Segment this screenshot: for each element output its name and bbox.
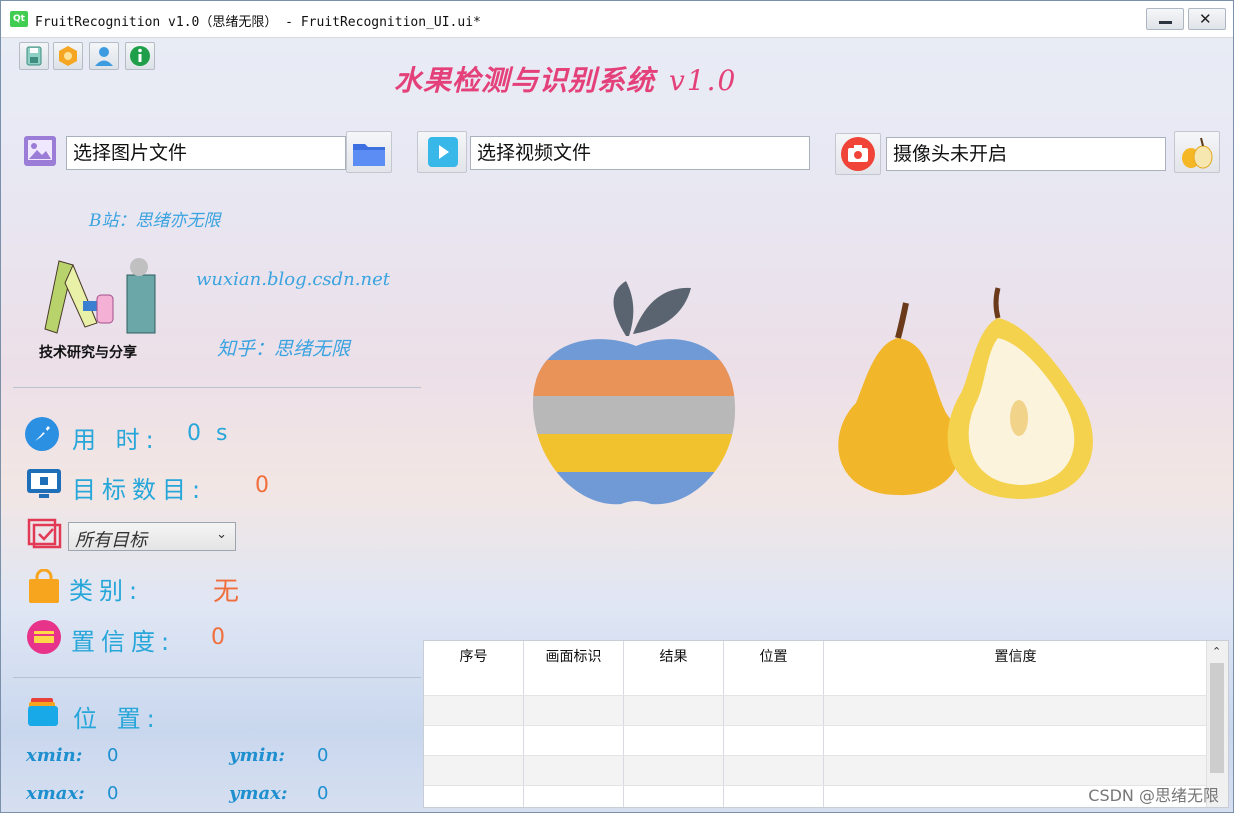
bilibili-link[interactable]: B站：思绪亦无限	[89, 206, 221, 231]
minimize-button[interactable]	[1146, 8, 1184, 30]
folder-icon	[353, 144, 385, 166]
table-header: 序号 画面标识 结果 位置 置信度	[424, 641, 1207, 695]
close-button[interactable]: ✕	[1188, 8, 1226, 30]
class-value: 无	[213, 577, 240, 607]
play-icon	[428, 137, 458, 167]
monitor-icon	[27, 469, 61, 498]
info-button[interactable]	[125, 42, 155, 70]
table-row[interactable]	[424, 695, 1207, 726]
col-confidence[interactable]: 置信度	[824, 641, 1207, 695]
watermark: CSDN @思绪无限	[1088, 786, 1219, 805]
chevron-up-icon[interactable]: ⌃	[1212, 645, 1221, 658]
save-icon	[26, 46, 42, 66]
ymin-value: 0	[317, 745, 329, 766]
image-file-field[interactable]: 选择图片文件	[66, 136, 346, 170]
col-position[interactable]: 位置	[724, 641, 824, 695]
checklist-icon	[27, 518, 62, 549]
class-label: 类别:	[69, 577, 144, 605]
divider-top	[13, 387, 421, 388]
pear-button[interactable]	[1174, 131, 1220, 173]
app-title: 水果检测与识别系统 v1.0	[394, 59, 737, 99]
target-select-value: 所有目标	[75, 530, 147, 551]
pear-icon	[1182, 137, 1213, 169]
camera-icon	[841, 137, 875, 171]
title-bar: Qt FruitRecognition v1.0（思绪无限） - FruitRe…	[1, 1, 1233, 38]
app-title-text: 水果检测与识别系统	[394, 64, 656, 97]
confidence-label: 置信度:	[71, 628, 176, 656]
xmin-label: xmin:	[26, 745, 83, 766]
window-title: FruitRecognition v1.0（思绪无限） - FruitRecog…	[35, 15, 481, 30]
table-row[interactable]	[424, 755, 1207, 786]
xmax-label: xmax:	[26, 783, 85, 804]
confidence-value: 0	[211, 625, 225, 650]
time-label: 用 时:	[72, 426, 160, 454]
folder-stack-icon	[28, 698, 58, 726]
camera-status-field: 摄像头未开启	[886, 137, 1166, 171]
ymin-label: ymin:	[229, 745, 286, 766]
position-label: 位 置:	[73, 705, 161, 733]
pears-image	[838, 287, 1093, 499]
ymax-value: 0	[317, 783, 329, 804]
chevron-down-icon: ⌄	[216, 527, 227, 542]
ymax-label: ymax:	[229, 783, 288, 804]
shopping-bag-icon	[29, 569, 59, 603]
count-label: 目标数目:	[72, 476, 207, 504]
blog-link[interactable]: wuxian.blog.csdn.net	[196, 269, 390, 290]
app-window: Qt FruitRecognition v1.0（思绪无限） - FruitRe…	[0, 0, 1234, 813]
info-icon	[130, 46, 150, 66]
apple-puzzle-image	[532, 281, 736, 505]
time-value: 0 s	[187, 421, 232, 446]
xmax-value: 0	[107, 783, 119, 804]
col-frame-id[interactable]: 画面标识	[524, 641, 624, 695]
target-select[interactable]: 所有目标 ⌄	[68, 522, 236, 551]
user-button[interactable]	[89, 42, 119, 70]
app-version: v1.0	[669, 64, 738, 97]
divider-bottom	[13, 677, 421, 678]
open-folder-button[interactable]	[346, 131, 392, 173]
user-icon	[95, 47, 113, 66]
logo-caption: 技术研究与分享	[39, 345, 137, 361]
settings-button[interactable]	[53, 42, 83, 70]
rocket-icon	[25, 417, 59, 451]
camera-button[interactable]	[835, 133, 881, 175]
col-result[interactable]: 结果	[624, 641, 724, 695]
card-icon	[27, 620, 61, 654]
qt-logo-icon: Qt	[10, 11, 28, 27]
col-index[interactable]: 序号	[424, 641, 524, 695]
count-value: 0	[255, 473, 269, 498]
video-button[interactable]	[417, 131, 467, 173]
image-icon[interactable]	[21, 133, 61, 171]
table-row[interactable]	[424, 725, 1207, 756]
xmin-value: 0	[107, 745, 119, 766]
hexagon-icon	[59, 46, 77, 66]
save-button[interactable]	[19, 42, 49, 70]
scrollbar-thumb[interactable]	[1210, 663, 1224, 773]
close-icon: ✕	[1199, 10, 1212, 28]
video-file-field[interactable]: 选择视频文件	[470, 136, 810, 170]
zhihu-link[interactable]: 知乎：思绪无限	[217, 334, 350, 361]
minimize-icon	[1159, 21, 1172, 24]
